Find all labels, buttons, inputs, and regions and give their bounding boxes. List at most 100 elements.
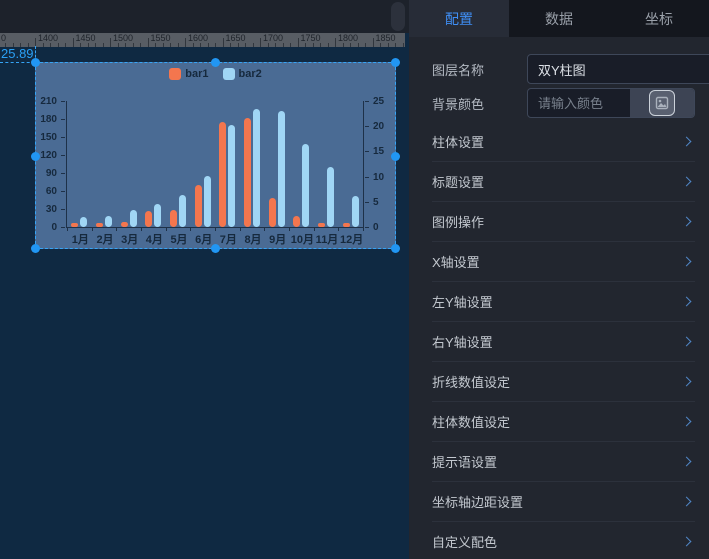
color-picker-button[interactable] — [649, 90, 675, 116]
settings-section-row[interactable]: 提示语设置 — [432, 442, 695, 482]
coordinate-readout: 25.89 — [1, 46, 34, 61]
resize-handle-top-right[interactable] — [391, 58, 400, 67]
ruler-label: 1400 — [38, 33, 58, 43]
resize-handle-bottom-center[interactable] — [211, 244, 220, 253]
background-color-input[interactable] — [528, 89, 630, 117]
settings-section-label: 图例操作 — [432, 212, 484, 231]
bar-bar1-10月 — [293, 216, 300, 227]
bar-bar2-5月 — [179, 195, 186, 227]
bar-bar2-6月 — [204, 176, 211, 227]
y-axis-tick-mark — [365, 126, 369, 127]
settings-section-label: 左Y轴设置 — [432, 292, 493, 311]
ruler-tick — [223, 38, 224, 47]
app-window: 0 14001450150015501600165017001750180018… — [0, 0, 709, 559]
ruler-label: 1550 — [151, 33, 171, 43]
legend-item-bar1[interactable]: bar1 — [169, 68, 208, 80]
horizontal-ruler: 0 14001450150015501600165017001750180018… — [0, 33, 405, 47]
selection-guide-horizontal — [0, 62, 35, 63]
x-axis-category-label: 4月 — [146, 231, 163, 247]
settings-section-row[interactable]: 标题设置 — [432, 162, 695, 202]
y-axis-tick-mark — [61, 101, 65, 102]
ruler-tick — [73, 38, 74, 47]
y-axis-tick-mark — [365, 177, 369, 178]
ruler-tick — [373, 38, 374, 47]
bar-bar1-4月 — [145, 211, 152, 227]
bar-bar2-1月 — [80, 217, 87, 227]
x-axis-category-label: 12月 — [340, 231, 363, 247]
ruler-tick — [268, 43, 269, 47]
bar-bar2-2月 — [105, 216, 112, 227]
y-axis-tick-mark — [61, 119, 65, 120]
x-axis-category-label: 5月 — [170, 231, 187, 247]
settings-section-label: 柱体设置 — [432, 132, 484, 151]
chevron-right-icon — [682, 417, 692, 427]
y-axis-tick-label: 150 — [40, 132, 57, 143]
ruler-label: 1750 — [301, 33, 321, 43]
ruler-tick — [185, 38, 186, 47]
y-axis-tick-mark — [61, 155, 65, 156]
ruler-label: 1500 — [113, 33, 133, 43]
selected-chart-layer[interactable]: bar1 bar2 0306090120150180210 0510152025… — [35, 62, 396, 249]
bar-bar2-8月 — [253, 109, 260, 227]
y-axis-tick-label: 5 — [373, 197, 379, 208]
bar-bar1-2月 — [96, 223, 103, 227]
ruler-tick — [320, 43, 321, 47]
legend-swatch-bar2 — [223, 68, 235, 80]
ruler-tick — [290, 43, 291, 47]
bar-bar2-11月 — [327, 167, 334, 227]
layer-name-row: 图层名称 — [432, 54, 695, 84]
settings-section-row[interactable]: 右Y轴设置 — [432, 322, 695, 362]
canvas-top-strip — [0, 0, 409, 33]
settings-section-row[interactable]: 柱体数值设定 — [432, 402, 695, 442]
background-color-field — [527, 88, 695, 118]
bar-bar2-3月 — [130, 210, 137, 227]
bar-bar1-8月 — [244, 118, 251, 227]
chart-legend: bar1 bar2 — [36, 68, 395, 80]
right-y-axis-labels: 0510152025 — [364, 101, 394, 228]
resize-handle-top-left[interactable] — [31, 58, 40, 67]
settings-section-label: 坐标轴边距设置 — [432, 492, 523, 511]
tab-data[interactable]: 数据 — [509, 0, 609, 37]
layer-name-input[interactable] — [527, 54, 709, 84]
bar-bar1-5月 — [170, 210, 177, 227]
settings-section-label: 提示语设置 — [432, 452, 497, 471]
settings-section-row[interactable]: X轴设置 — [432, 242, 695, 282]
panel-tab-bar: 配置 数据 坐标 — [409, 0, 709, 37]
ruler-tick — [50, 43, 51, 47]
legend-swatch-bar1 — [169, 68, 181, 80]
layer-name-label: 图层名称 — [432, 60, 527, 79]
color-picker-addon — [630, 89, 694, 117]
resize-handle-top-center[interactable] — [211, 58, 220, 67]
ruler-tick — [365, 43, 366, 47]
config-panel: 配置 数据 坐标 图层名称 背景颜色 — [409, 0, 709, 559]
settings-section-row[interactable]: 左Y轴设置 — [432, 282, 695, 322]
resize-handle-bottom-left[interactable] — [31, 244, 40, 253]
tab-config[interactable]: 配置 — [409, 0, 509, 37]
ruler-tick — [245, 43, 246, 47]
ruler-label: 1700 — [263, 33, 283, 43]
design-canvas[interactable]: 0 14001450150015501600165017001750180018… — [0, 0, 409, 559]
tab-coords[interactable]: 坐标 — [609, 0, 709, 37]
resize-handle-bottom-right[interactable] — [391, 244, 400, 253]
settings-section-row[interactable]: 柱体设置 — [432, 122, 695, 162]
ruler-label: 1800 — [338, 33, 358, 43]
ruler-tick — [125, 43, 126, 47]
y-axis-tick-label: 210 — [40, 96, 57, 107]
ruler-tick — [305, 43, 306, 47]
settings-section-row[interactable]: 坐标轴边距设置 — [432, 482, 695, 522]
x-axis-category-label: 2月 — [96, 231, 113, 247]
ruler-tick — [155, 43, 156, 47]
y-axis-tick-mark — [61, 137, 65, 138]
chevron-right-icon — [682, 337, 692, 347]
legend-item-bar2[interactable]: bar2 — [223, 68, 262, 80]
panel-body: 图层名称 背景颜色 — [409, 37, 709, 559]
y-axis-tick-mark — [61, 227, 65, 228]
settings-section-row[interactable]: 自定义配色 — [432, 522, 695, 559]
chevron-right-icon — [682, 297, 692, 307]
canvas-scrollbar-thumb[interactable] — [391, 2, 405, 31]
ruler-tick — [275, 43, 276, 47]
chevron-right-icon — [682, 137, 692, 147]
settings-section-row[interactable]: 图例操作 — [432, 202, 695, 242]
bar-bar2-10月 — [302, 144, 309, 227]
settings-section-row[interactable]: 折线数值设定 — [432, 362, 695, 402]
